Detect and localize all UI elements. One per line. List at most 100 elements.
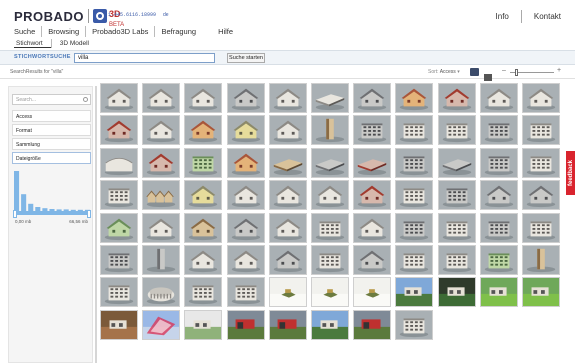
result-thumbnail[interactable] bbox=[142, 245, 181, 275]
result-thumbnail[interactable] bbox=[268, 245, 307, 275]
result-thumbnail[interactable] bbox=[522, 180, 560, 211]
result-thumbnail[interactable] bbox=[437, 180, 476, 211]
nav-item-befragung[interactable]: Befragung bbox=[155, 27, 202, 36]
result-thumbnail[interactable] bbox=[522, 83, 560, 113]
result-thumbnail[interactable] bbox=[142, 147, 181, 178]
result-thumbnail[interactable] bbox=[100, 309, 138, 340]
result-thumbnail[interactable] bbox=[226, 147, 265, 178]
result-thumbnail[interactable] bbox=[100, 83, 138, 113]
file-size-range-slider[interactable] bbox=[13, 210, 91, 218]
result-thumbnail[interactable] bbox=[311, 83, 349, 113]
result-thumbnail[interactable] bbox=[184, 115, 223, 146]
subnav-item-stichwort[interactable]: Stichwort bbox=[14, 40, 51, 48]
result-thumbnail[interactable] bbox=[311, 115, 349, 146]
result-thumbnail[interactable] bbox=[142, 180, 181, 211]
result-thumbnail[interactable] bbox=[226, 83, 265, 113]
result-thumbnail[interactable] bbox=[100, 115, 138, 146]
result-thumbnail[interactable] bbox=[311, 277, 349, 308]
grid-view-icon[interactable] bbox=[470, 68, 479, 76]
feedback-tab[interactable]: feedback bbox=[566, 151, 575, 195]
result-thumbnail[interactable] bbox=[395, 83, 434, 113]
result-thumbnail[interactable] bbox=[268, 147, 307, 178]
list-view-icon[interactable] bbox=[484, 68, 492, 81]
result-thumbnail[interactable] bbox=[311, 180, 349, 211]
result-thumbnail[interactable] bbox=[100, 245, 138, 275]
filter-search-input[interactable]: Search... bbox=[12, 94, 91, 105]
result-thumbnail[interactable] bbox=[395, 245, 434, 275]
result-thumbnail[interactable] bbox=[311, 147, 349, 178]
result-thumbnail[interactable] bbox=[522, 147, 560, 178]
result-thumbnail[interactable] bbox=[268, 309, 307, 340]
facet-dateigroesse[interactable]: Dateigröße bbox=[12, 152, 91, 164]
result-thumbnail[interactable] bbox=[226, 212, 265, 243]
result-thumbnail[interactable] bbox=[100, 147, 138, 178]
result-thumbnail[interactable] bbox=[479, 245, 518, 275]
result-thumbnail[interactable] bbox=[268, 180, 307, 211]
result-thumbnail[interactable] bbox=[268, 115, 307, 146]
result-thumbnail[interactable] bbox=[100, 212, 138, 243]
result-thumbnail[interactable] bbox=[353, 277, 392, 308]
result-thumbnail[interactable] bbox=[353, 147, 392, 178]
search-icon[interactable] bbox=[83, 97, 88, 102]
zoom-slider-handle[interactable] bbox=[515, 69, 518, 76]
result-thumbnail[interactable] bbox=[226, 245, 265, 275]
subnav-item-3d-modell[interactable]: 3D Modell bbox=[52, 40, 97, 47]
zoom-in-icon[interactable]: + bbox=[557, 67, 561, 74]
result-thumbnail[interactable] bbox=[479, 277, 518, 308]
sort-select[interactable]: Sort: Access ▾ bbox=[428, 69, 460, 75]
result-thumbnail[interactable] bbox=[522, 277, 560, 308]
result-thumbnail[interactable] bbox=[311, 309, 349, 340]
start-search-button[interactable]: Suche starten bbox=[227, 53, 265, 63]
result-thumbnail[interactable] bbox=[395, 180, 434, 211]
result-thumbnail[interactable] bbox=[184, 147, 223, 178]
result-thumbnail[interactable] bbox=[268, 277, 307, 308]
keyword-search-input[interactable]: villa bbox=[74, 53, 215, 63]
facet-access[interactable]: Access bbox=[12, 110, 91, 122]
zoom-out-icon[interactable]: – bbox=[502, 67, 506, 74]
result-thumbnail[interactable] bbox=[142, 309, 181, 340]
result-thumbnail[interactable] bbox=[522, 212, 560, 243]
nav-item-hilfe[interactable]: Hilfe bbox=[212, 27, 239, 36]
result-thumbnail[interactable] bbox=[479, 180, 518, 211]
result-thumbnail[interactable] bbox=[226, 180, 265, 211]
result-thumbnail[interactable] bbox=[437, 147, 476, 178]
result-thumbnail[interactable] bbox=[437, 245, 476, 275]
kontakt-link[interactable]: Kontakt bbox=[534, 12, 561, 21]
result-thumbnail[interactable] bbox=[479, 212, 518, 243]
result-thumbnail[interactable] bbox=[142, 83, 181, 113]
facet-sammlung[interactable]: Sammlung bbox=[12, 138, 91, 150]
result-thumbnail[interactable] bbox=[437, 115, 476, 146]
result-thumbnail[interactable] bbox=[395, 309, 434, 340]
result-thumbnail[interactable] bbox=[522, 245, 560, 275]
result-thumbnail[interactable] bbox=[437, 277, 476, 308]
facet-format[interactable]: Format bbox=[12, 124, 91, 136]
result-thumbnail[interactable] bbox=[479, 115, 518, 146]
result-thumbnail[interactable] bbox=[184, 212, 223, 243]
result-thumbnail[interactable] bbox=[268, 212, 307, 243]
result-thumbnail[interactable] bbox=[142, 115, 181, 146]
result-thumbnail[interactable] bbox=[226, 115, 265, 146]
result-thumbnail[interactable] bbox=[353, 115, 392, 146]
info-link[interactable]: Info bbox=[496, 12, 509, 21]
result-thumbnail[interactable] bbox=[184, 180, 223, 211]
nav-item-suche[interactable]: Suche bbox=[14, 27, 41, 36]
result-thumbnail[interactable] bbox=[184, 309, 223, 340]
result-thumbnail[interactable] bbox=[100, 277, 138, 308]
nav-item-browsing[interactable]: Browsing bbox=[42, 27, 85, 36]
result-thumbnail[interactable] bbox=[437, 83, 476, 113]
result-thumbnail[interactable] bbox=[184, 245, 223, 275]
result-thumbnail[interactable] bbox=[311, 245, 349, 275]
result-thumbnail[interactable] bbox=[395, 147, 434, 178]
result-thumbnail[interactable] bbox=[353, 83, 392, 113]
result-thumbnail[interactable] bbox=[437, 212, 476, 243]
result-thumbnail[interactable] bbox=[479, 83, 518, 113]
result-thumbnail[interactable] bbox=[184, 277, 223, 308]
result-thumbnail[interactable] bbox=[226, 309, 265, 340]
result-thumbnail[interactable] bbox=[226, 277, 265, 308]
result-thumbnail[interactable] bbox=[353, 180, 392, 211]
result-thumbnail[interactable] bbox=[353, 309, 392, 340]
result-thumbnail[interactable] bbox=[353, 245, 392, 275]
result-thumbnail[interactable] bbox=[100, 180, 138, 211]
result-thumbnail[interactable] bbox=[142, 212, 181, 243]
language-switch[interactable]: de bbox=[163, 12, 169, 18]
